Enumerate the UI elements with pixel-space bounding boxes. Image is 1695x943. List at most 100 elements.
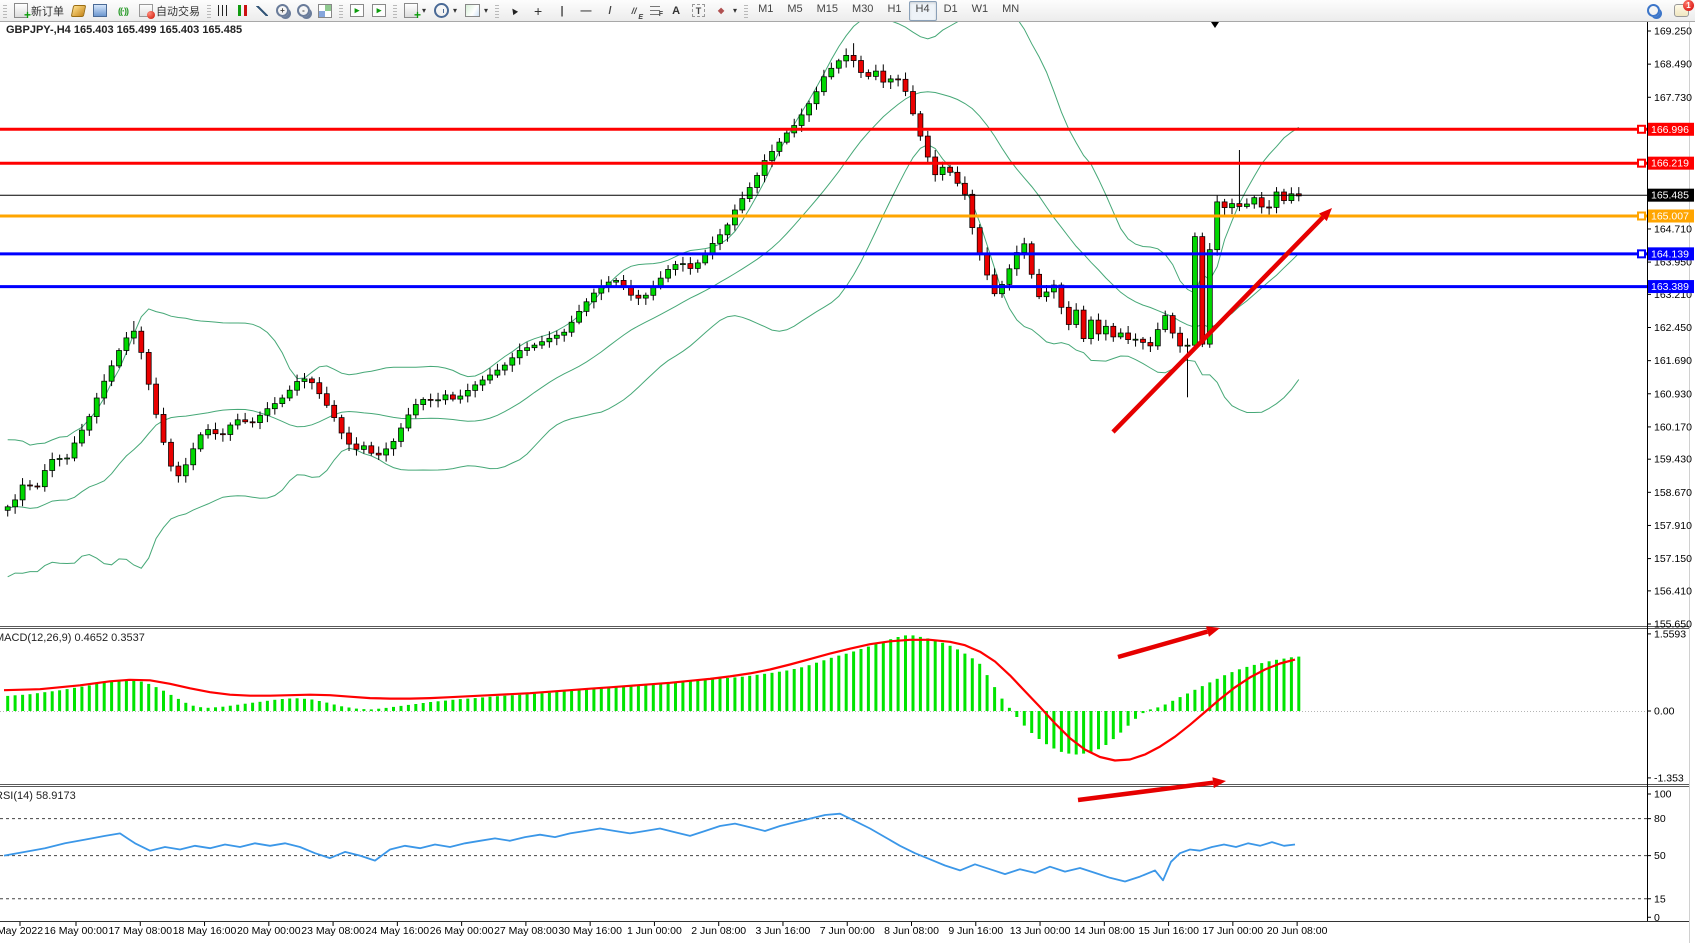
candle-body	[183, 465, 188, 476]
candle-body	[169, 442, 174, 466]
horizontal-line-button[interactable]: —	[574, 1, 598, 21]
candle-body	[191, 449, 196, 465]
signals-button[interactable]: ((·))	[111, 1, 135, 21]
candle-body	[1230, 204, 1235, 208]
candle-body	[176, 466, 181, 476]
candle-body	[673, 265, 678, 270]
support-line-1-handle[interactable]	[1638, 250, 1645, 257]
trendline-button[interactable]: /	[598, 1, 622, 21]
auto-scroll-button[interactable]: ▸	[346, 1, 368, 21]
resistance-line-1-handle[interactable]	[1638, 126, 1645, 133]
line-chart-button[interactable]	[252, 1, 272, 21]
templates-button[interactable]: ▾	[461, 1, 492, 21]
crosshair-button[interactable]: +	[526, 1, 550, 21]
candle-body	[807, 104, 812, 115]
timeframe-h1[interactable]: H1	[880, 1, 908, 21]
candle-body	[50, 459, 55, 470]
candle-body	[198, 435, 203, 449]
new-order-button[interactable]: 新订单	[10, 1, 68, 21]
timeframe-w1[interactable]: W1	[965, 1, 996, 21]
text-button[interactable]: A	[664, 1, 688, 21]
bar-chart-button[interactable]	[214, 1, 233, 21]
candle-body	[933, 157, 938, 175]
timeframe-h4[interactable]: H4	[909, 1, 937, 21]
notifications-button[interactable]: 1	[1670, 1, 1693, 21]
tile-windows-button[interactable]	[314, 1, 336, 21]
label-button[interactable]: T	[688, 1, 709, 21]
fibo-icon	[650, 6, 660, 15]
toolbar-grip[interactable]	[393, 3, 397, 18]
candle-body	[391, 441, 396, 448]
toolbar-grip[interactable]	[207, 3, 211, 18]
candle-body	[554, 335, 559, 338]
new-chart-button[interactable]: ▾	[400, 1, 430, 21]
candle-body	[881, 71, 886, 82]
price-tick-label: 157.150	[1654, 553, 1692, 565]
candle-body	[146, 352, 151, 384]
macd-tick-label: -1.353	[1654, 772, 1684, 784]
candle-body	[5, 507, 10, 511]
notifications-icon: 1	[1674, 4, 1689, 17]
time-tick-label: 26 May 00:00	[430, 925, 494, 937]
candle-body	[903, 79, 908, 91]
candle-body	[102, 381, 107, 398]
zoom-in-button[interactable]: +	[272, 1, 293, 21]
chart-shift-button[interactable]: ▸	[368, 1, 390, 21]
toolbar-grip[interactable]	[495, 3, 499, 18]
timeframe-m30[interactable]: M30	[845, 1, 880, 21]
arrows-button[interactable]: ◆▾	[709, 1, 741, 21]
candle-body	[1126, 333, 1131, 340]
candle-body	[347, 433, 352, 444]
candle-body	[525, 348, 530, 351]
terminal-button[interactable]	[89, 1, 111, 21]
candle-body	[777, 142, 782, 151]
fibonacci-button[interactable]	[646, 1, 664, 21]
resistance-line-2-price-text: 166.219	[1651, 158, 1689, 170]
chevron-down-icon: ▾	[484, 6, 488, 15]
candlestick-chart-button[interactable]	[233, 1, 252, 21]
pivot-line-handle[interactable]	[1638, 213, 1645, 220]
time-tick-label: 24 May 16:00	[366, 925, 430, 937]
timeframe-m15[interactable]: M15	[810, 1, 845, 21]
candle-body	[124, 338, 129, 351]
toolbar-grip[interactable]	[3, 3, 7, 18]
toolbar-grip[interactable]	[744, 3, 748, 18]
candle-body	[79, 430, 84, 443]
cursor-button[interactable]: ▲	[502, 1, 526, 21]
time-tick-label: 27 May 08:00	[494, 925, 558, 937]
macd-tick-label: 0.00	[1654, 706, 1675, 718]
resistance-line-2-handle[interactable]	[1638, 160, 1645, 167]
candle-body	[272, 404, 277, 409]
candle-body	[1007, 269, 1012, 285]
periods-button[interactable]: ▾	[430, 1, 461, 21]
time-tick-label: 16 May 00:00	[44, 925, 108, 937]
chart-window[interactable]: 169.250168.490167.730164.710163.950163.2…	[0, 0, 1695, 943]
time-tick-label: 20 May 00:00	[237, 925, 301, 937]
candle-body	[443, 395, 448, 400]
vertical-line-button[interactable]: |	[550, 1, 574, 21]
candle-body	[502, 365, 507, 370]
candle-body	[450, 395, 455, 399]
candle-body	[421, 399, 426, 404]
candle-body	[591, 293, 596, 302]
styler-button[interactable]	[68, 1, 89, 21]
candle-body	[540, 342, 545, 345]
timeframe-d1[interactable]: D1	[937, 1, 965, 21]
time-tick-label: 3 Jun 16:00	[756, 925, 811, 937]
candle-body	[332, 405, 337, 417]
candle-body	[384, 449, 389, 455]
search-button[interactable]	[1643, 1, 1664, 21]
timeframe-mn[interactable]: MN	[995, 1, 1026, 21]
text-icon: A	[668, 3, 684, 19]
pivot-line-price-text: 165.007	[1651, 211, 1689, 223]
zoom-out-button[interactable]: -	[293, 1, 314, 21]
timeframe-m1[interactable]: M1	[751, 1, 780, 21]
toolbar-grip[interactable]	[339, 3, 343, 18]
autotrading-button[interactable]: 自动交易	[135, 1, 204, 21]
trend-icon: /	[602, 3, 618, 19]
candle-body	[354, 444, 359, 449]
candle-body	[1118, 333, 1123, 337]
channel-button[interactable]: //	[622, 1, 646, 21]
timeframe-m5[interactable]: M5	[780, 1, 809, 21]
candle-body	[1282, 192, 1287, 201]
